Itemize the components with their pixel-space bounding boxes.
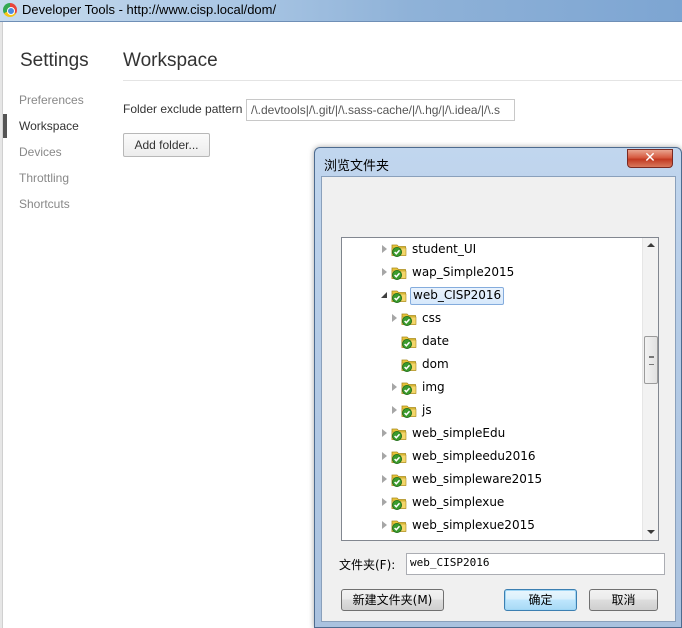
tree-item[interactable]: date (342, 330, 642, 353)
tree-item-label: wap_Simple2015 (412, 265, 515, 279)
nav-item-throttling[interactable]: Throttling (19, 168, 69, 188)
cancel-button[interactable]: 取消 (589, 589, 658, 611)
tree-item-label: web_simplexue2015 (412, 518, 535, 532)
expand-arrow-icon[interactable] (382, 498, 387, 506)
folder-field[interactable]: web_CISP2016 (406, 553, 665, 575)
synced-folder-icon (391, 265, 407, 280)
tree-item-label: img (422, 380, 445, 394)
tree-item[interactable]: wap_Simple2015 (342, 261, 642, 284)
window-title: Developer Tools - http://www.cisp.local/… (22, 2, 277, 17)
expand-arrow-icon[interactable] (382, 521, 387, 529)
settings-title: Settings (20, 50, 89, 71)
expand-arrow-icon[interactable] (382, 452, 387, 460)
close-icon: ✕ (644, 150, 656, 166)
synced-folder-icon (401, 311, 417, 326)
scroll-thumb[interactable] (644, 336, 658, 384)
tree-item[interactable]: css (342, 307, 642, 330)
tree-item-label: js (422, 403, 432, 417)
synced-folder-icon (391, 449, 407, 464)
tree-item-label: dom (422, 357, 449, 371)
window-left-edge (0, 22, 3, 628)
expand-arrow-icon[interactable] (392, 406, 397, 414)
tree-item-label: student_UI (412, 242, 477, 256)
tree-item-label: date (422, 334, 450, 348)
expand-arrow-icon[interactable] (382, 429, 387, 437)
tree-item-label: web_simpleedu2016 (412, 449, 536, 463)
tree-item-label: web_simpleware2015 (412, 472, 543, 486)
dialog-close-button[interactable]: ✕ (627, 149, 673, 168)
tree-item[interactable]: web_simpleedu2016 (342, 445, 642, 468)
expand-arrow-icon[interactable] (382, 475, 387, 483)
expand-arrow-icon[interactable] (392, 314, 397, 322)
synced-folder-icon (391, 242, 407, 257)
tree-item[interactable]: web_CISP2016 (342, 284, 642, 307)
folder-tree[interactable]: student_UI wap_Simple2015 web_CISP2016css d… (341, 237, 659, 541)
new-folder-button[interactable]: 新建文件夹(M) (341, 589, 444, 611)
expand-arrow-icon[interactable] (392, 383, 397, 391)
nav-item-devices[interactable]: Devices (19, 142, 62, 162)
workspace-divider (123, 80, 682, 81)
synced-folder-icon (391, 495, 407, 510)
tree-item[interactable]: student_UI (342, 238, 642, 261)
tree-item-label: web_CISP2016 (410, 287, 505, 305)
nav-item-shortcuts[interactable]: Shortcuts (19, 194, 70, 214)
tree-item[interactable]: web_simplexue2015 (342, 514, 642, 537)
synced-folder-icon (401, 380, 417, 395)
tree-item[interactable]: web_simpleEdu (342, 422, 642, 445)
tree-item[interactable]: web_simplexue (342, 491, 642, 514)
folder-exclude-input[interactable]: /\.devtools|/\.git/|/\.sass-cache/|/\.hg… (246, 99, 515, 121)
tree-item-label: web_simplexue (412, 495, 505, 509)
nav-item-preferences[interactable]: Preferences (19, 90, 84, 110)
expand-arrow-icon[interactable] (382, 245, 387, 253)
scroll-up-arrow-icon[interactable] (643, 238, 658, 254)
tree-item-label: web_simpleEdu (412, 426, 506, 440)
dialog-body: student_UI wap_Simple2015 web_CISP2016 css d… (321, 176, 676, 622)
synced-folder-icon (391, 426, 407, 441)
tree-scrollbar[interactable] (642, 238, 658, 540)
tree-item[interactable]: dom (342, 353, 642, 376)
tree-item[interactable]: js (342, 399, 642, 422)
synced-folder-icon (401, 403, 417, 418)
ok-button[interactable]: 确定 (504, 589, 577, 611)
synced-folder-icon (391, 288, 407, 303)
tree-item[interactable]: web_simpleware2015 (342, 468, 642, 491)
scroll-down-arrow-icon[interactable] (643, 524, 658, 540)
folder-field-label: 文件夹(F): (339, 558, 396, 572)
browse-folder-dialog: 浏览文件夹 ✕ student_UI wap_Simple2015 web_CISP… (314, 147, 682, 628)
window-title-bar: Developer Tools - http://www.cisp.local/… (0, 0, 682, 22)
synced-folder-icon (401, 357, 417, 372)
workspace-title: Workspace (123, 50, 218, 71)
dialog-title: 浏览文件夹 (324, 159, 390, 174)
synced-folder-icon (391, 518, 407, 533)
tree-item[interactable]: img (342, 376, 642, 399)
synced-folder-icon (401, 334, 417, 349)
folder-exclude-label: Folder exclude pattern (123, 102, 243, 116)
chrome-app-icon (3, 3, 17, 17)
tree-item-label: css (422, 311, 442, 325)
collapse-arrow-icon[interactable] (381, 292, 387, 298)
nav-item-workspace[interactable]: Workspace (19, 116, 79, 136)
nav-selected-marker (3, 114, 7, 138)
expand-arrow-icon[interactable] (382, 268, 387, 276)
add-folder-button[interactable]: Add folder... (123, 133, 210, 157)
synced-folder-icon (391, 472, 407, 487)
